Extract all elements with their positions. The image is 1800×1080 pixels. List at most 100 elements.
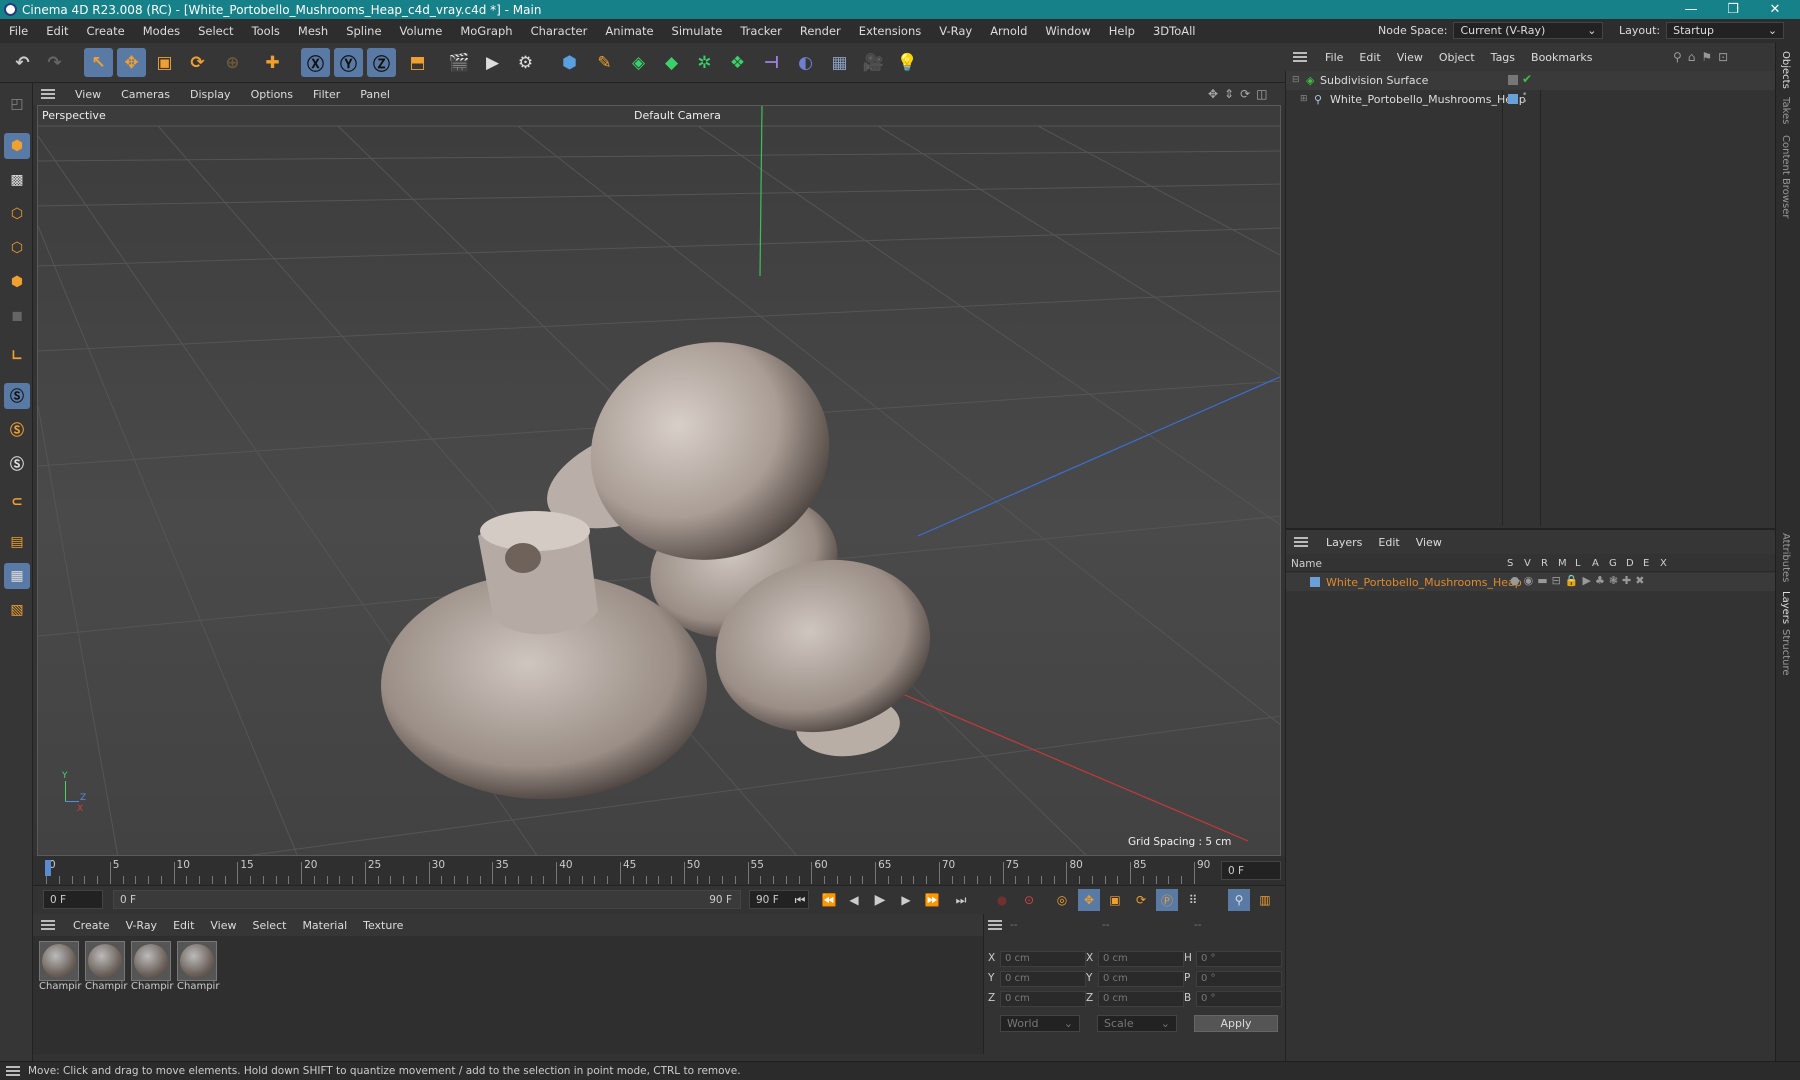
menu-edit[interactable]: Edit <box>37 24 77 38</box>
tab-objects[interactable]: Objects <box>1780 51 1791 89</box>
deformer-icon[interactable]: ⊣ <box>757 48 786 77</box>
size-y-field[interactable]: 0 cm <box>1098 971 1184 987</box>
menu-window[interactable]: Window <box>1036 24 1099 38</box>
workplane-icon[interactable]: ▤ <box>4 529 30 555</box>
scale-tool-icon[interactable]: ▣ <box>150 48 179 77</box>
recent-tool-icon[interactable]: ⊕ <box>218 48 247 77</box>
material-menu-texture[interactable]: Texture <box>355 919 411 932</box>
menu-extensions[interactable]: Extensions <box>850 24 930 38</box>
hamburger-icon[interactable] <box>6 1066 20 1076</box>
hamburger-icon[interactable] <box>1293 52 1307 62</box>
floor-icon[interactable]: ▦ <box>825 48 854 77</box>
hamburger-icon[interactable] <box>41 920 55 930</box>
make-editable-icon[interactable]: ◰ <box>4 91 30 117</box>
layer-color-icon[interactable] <box>1508 94 1518 104</box>
object-row[interactable]: ⊟ ◈ Subdivision Surface ✔ <box>1286 71 1776 90</box>
subdivision-surface-icon[interactable]: ◈ <box>624 48 653 77</box>
mushroom-model[interactable] <box>381 316 946 799</box>
material-menu-select[interactable]: Select <box>245 919 295 932</box>
menu-create[interactable]: Create <box>78 24 134 38</box>
spline-pen-icon[interactable]: ✎ <box>590 48 619 77</box>
points-mode-icon[interactable]: ⬡ <box>4 201 30 227</box>
render-view-icon[interactable]: 🎬 <box>445 48 474 77</box>
position-x-field[interactable]: 0 cm <box>1000 951 1086 967</box>
select-tool-icon[interactable]: ↖ <box>84 48 113 77</box>
material-swatch[interactable]: Champir <box>85 941 127 1001</box>
tab-layers[interactable]: Layers <box>1780 591 1791 624</box>
node-space-dropdown[interactable]: Current (V-Ray) ⌄ <box>1453 22 1604 39</box>
layer-menu-edit[interactable]: Edit <box>1370 536 1407 549</box>
record-icon[interactable]: ● <box>991 889 1013 911</box>
viewport-menu-display[interactable]: Display <box>180 88 241 101</box>
frame-range-slider[interactable]: 0 F 90 F <box>113 890 741 909</box>
viewport-menu-view[interactable]: View <box>65 88 111 101</box>
coord-mode-dropdown[interactable]: Scale ⌄ <box>1097 1015 1177 1032</box>
object-manager-tool-icons[interactable]: ⚲⌂⚑⊡ <box>1673 50 1734 64</box>
autokey-icon[interactable]: ⊙ <box>1018 889 1040 911</box>
cube-primitive-icon[interactable]: ⬢ <box>555 48 584 77</box>
rotation-b-field[interactable]: 0 ° <box>1196 991 1282 1007</box>
camera-icon[interactable]: 🎥 <box>859 48 888 77</box>
snap-settings-icon[interactable]: Ⓢ <box>4 417 30 443</box>
previous-frame-icon[interactable]: ◀ <box>843 889 865 911</box>
material-menu-material[interactable]: Material <box>294 919 355 932</box>
layer-name[interactable]: White_Portobello_Mushrooms_Heap <box>1326 576 1522 589</box>
viewport-menu-cameras[interactable]: Cameras <box>111 88 180 101</box>
menu-character[interactable]: Character <box>522 24 597 38</box>
x-axis-lock-icon[interactable]: Ⓧ <box>301 48 330 77</box>
extrude-generator-icon[interactable]: ◆ <box>657 48 686 77</box>
previous-key-icon[interactable]: ⏪ <box>818 889 840 911</box>
object-name[interactable]: White_Portobello_Mushrooms_Heap <box>1330 93 1526 106</box>
y-axis-lock-icon[interactable]: Ⓨ <box>334 48 363 77</box>
mograph-icon[interactable]: ❖ <box>723 48 752 77</box>
apply-button[interactable]: Apply <box>1194 1015 1278 1032</box>
object-menu-bookmarks[interactable]: Bookmarks <box>1523 51 1600 64</box>
key-parameter-icon[interactable]: Ⓟ <box>1156 889 1178 911</box>
material-swatch[interactable]: Champir <box>131 941 173 1001</box>
render-picture-viewer-icon[interactable]: ▶ <box>478 48 507 77</box>
3d-viewport[interactable]: Perspective Default Camera Grid Spacing … <box>37 105 1281 856</box>
menu-vray[interactable]: V-Ray <box>930 24 981 38</box>
visibility-toggle-icon[interactable] <box>1508 75 1518 85</box>
key-pla-icon[interactable]: ⠿ <box>1182 889 1204 911</box>
menu-render[interactable]: Render <box>791 24 850 38</box>
tweak-magnet-icon[interactable]: ⊂ <box>4 489 30 515</box>
timeline-window-icon[interactable]: ⚲ <box>1228 889 1250 911</box>
material-menu-vray[interactable]: V-Ray <box>118 919 166 932</box>
material-menu-create[interactable]: Create <box>65 919 118 932</box>
object-menu-edit[interactable]: Edit <box>1351 51 1388 64</box>
menu-tracker[interactable]: Tracker <box>731 24 791 38</box>
menu-3dtoall[interactable]: 3DToAll <box>1144 24 1205 38</box>
menu-help[interactable]: Help <box>1100 24 1144 38</box>
layer-menu-view[interactable]: View <box>1408 536 1450 549</box>
hamburger-icon[interactable] <box>41 89 55 99</box>
go-to-start-icon[interactable]: ⏮ <box>789 889 811 911</box>
texture-mode-icon[interactable]: ▩ <box>4 167 30 193</box>
layer-color-icon[interactable] <box>1310 577 1320 587</box>
z-axis-lock-icon[interactable]: Ⓩ <box>367 48 396 77</box>
menu-mesh[interactable]: Mesh <box>289 24 337 38</box>
move-tool-icon[interactable]: ✥ <box>117 48 146 77</box>
menu-mograph[interactable]: MoGraph <box>451 24 521 38</box>
material-menu-edit[interactable]: Edit <box>165 919 202 932</box>
material-swatch[interactable]: Champir <box>39 941 81 1001</box>
object-menu-tags[interactable]: Tags <box>1483 51 1523 64</box>
key-scale-icon[interactable]: ▣ <box>1104 889 1126 911</box>
polygons-mode-icon[interactable]: ⬢ <box>4 269 30 295</box>
menu-arnold[interactable]: Arnold <box>981 24 1036 38</box>
edges-mode-icon[interactable]: ⬡ <box>4 235 30 261</box>
key-position-icon[interactable]: ✥ <box>1078 889 1100 911</box>
layer-row[interactable]: White_Portobello_Mushrooms_Heap ●◉▬⊟🔒▶♣❃… <box>1286 573 1776 591</box>
visibility-dots-icon[interactable]: • • <box>1522 91 1527 107</box>
current-frame-field[interactable]: 0 F <box>1221 861 1281 880</box>
menu-spline[interactable]: Spline <box>337 24 390 38</box>
key-rotation-icon[interactable]: ⟳ <box>1130 889 1152 911</box>
key-selection-icon[interactable]: ◎ <box>1051 889 1073 911</box>
viewport-menu-options[interactable]: Options <box>241 88 303 101</box>
layout-dropdown[interactable]: Startup ⌄ <box>1666 22 1785 39</box>
menu-file[interactable]: File <box>0 24 37 38</box>
axis-mode-icon[interactable]: ∟ <box>4 343 30 369</box>
position-z-field[interactable]: 0 cm <box>1000 991 1086 1007</box>
undo-icon[interactable]: ↶ <box>8 48 37 77</box>
close-button[interactable]: ✕ <box>1752 0 1798 19</box>
